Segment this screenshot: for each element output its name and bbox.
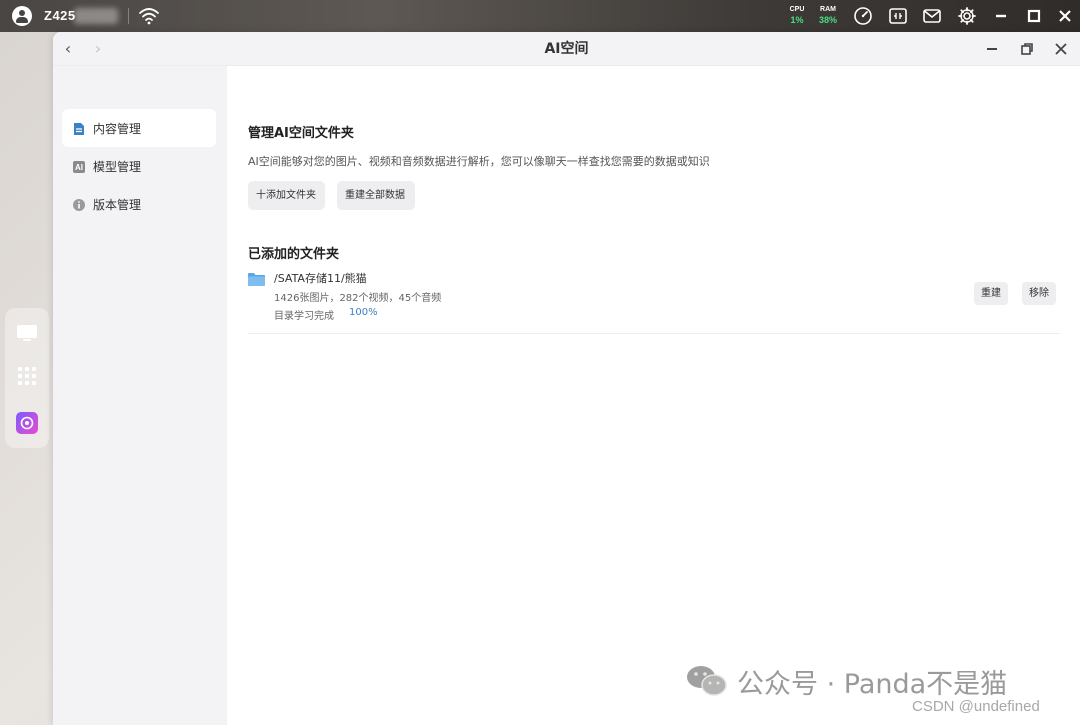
window-restore-icon[interactable] [1018,40,1036,58]
monitor-icon[interactable] [16,322,38,344]
redacted-device-suffix [74,8,118,24]
folder-path: /SATA存储11/熊猫 [274,272,367,285]
cpu-label: CPU [789,6,805,13]
window-minimize-icon[interactable] [983,40,1001,58]
sidebar: 内容管理 AI 模型管理 版本管理 [53,66,227,725]
ram-value: 38% [818,15,837,25]
rebuild-folder-button[interactable]: 重建 [974,282,1008,305]
remove-folder-button[interactable]: 移除 [1022,282,1056,305]
info-icon [72,197,86,211]
sidebar-item-label: 内容管理 [93,122,142,136]
speedometer-icon[interactable] [853,6,873,26]
wechat-watermark-text: 公众号 · Panda不是猫 [737,669,1008,700]
folder-stats: 1426张图片，282个视频，45个音频 [274,293,442,304]
manage-folders-description: AI空间能够对您的图片、视频和音频数据进行解析，您可以像聊天一样查找您需要的数据… [248,155,710,168]
ai-space-app-icon[interactable] [16,412,38,434]
ram-label: RAM [820,6,836,13]
folder-learning-status: 目录学习完成 [274,311,334,322]
system-minimize-icon[interactable] [991,6,1011,26]
window-close-icon[interactable] [1052,40,1070,58]
csdn-watermark-text: CSDN @undefined [912,698,1040,715]
added-folders-title: 已添加的文件夹 [248,247,340,262]
window-title: AI空间 [544,41,589,57]
gear-icon[interactable] [957,6,977,26]
sidebar-item-model-management[interactable]: AI 模型管理 [62,147,216,185]
svg-text:AI: AI [75,163,83,172]
cpu-usage[interactable]: CPU 1% [784,5,810,26]
folder-progress-percent: 100% [349,307,378,318]
app-dock [5,308,49,448]
add-folder-button[interactable]: 十添加文件夹 [248,181,325,210]
system-close-icon[interactable] [1055,6,1075,26]
sidebar-item-label: 版本管理 [93,198,142,212]
wifi-icon[interactable] [138,6,160,26]
cpu-value: 1% [790,15,804,25]
wechat-logo-icon [686,664,728,698]
mail-icon[interactable] [922,6,942,26]
row-divider [248,333,1060,334]
rebuild-all-data-button[interactable]: 重建全部数据 [337,181,415,210]
device-name: Z425 [44,8,76,23]
ai-space-window: ‹ › AI空间 内容管理 AI 模型管理 版本管理 管理AI空间文件夹 AI空… [53,32,1080,725]
manage-folders-title: 管理AI空间文件夹 [248,126,354,141]
apps-grid-icon[interactable] [16,365,38,387]
sidebar-item-label: 模型管理 [93,160,142,174]
system-bar: Z425 CPU 1% RAM 38% [0,0,1080,32]
document-icon [72,121,86,135]
ai-model-icon: AI [72,159,86,173]
ram-usage[interactable]: RAM 38% [815,5,841,26]
user-avatar-icon[interactable] [12,6,32,26]
system-maximize-icon[interactable] [1024,6,1044,26]
sidebar-item-version-management[interactable]: 版本管理 [62,185,216,223]
window-titlebar: ‹ › AI空间 [53,32,1080,66]
sidebar-item-content-management[interactable]: 内容管理 [62,109,216,147]
resource-monitor-icon[interactable] [888,6,908,26]
folder-icon [248,271,265,286]
system-bar-divider [128,8,129,24]
main-content: 管理AI空间文件夹 AI空间能够对您的图片、视频和音频数据进行解析，您可以像聊天… [227,66,1080,725]
